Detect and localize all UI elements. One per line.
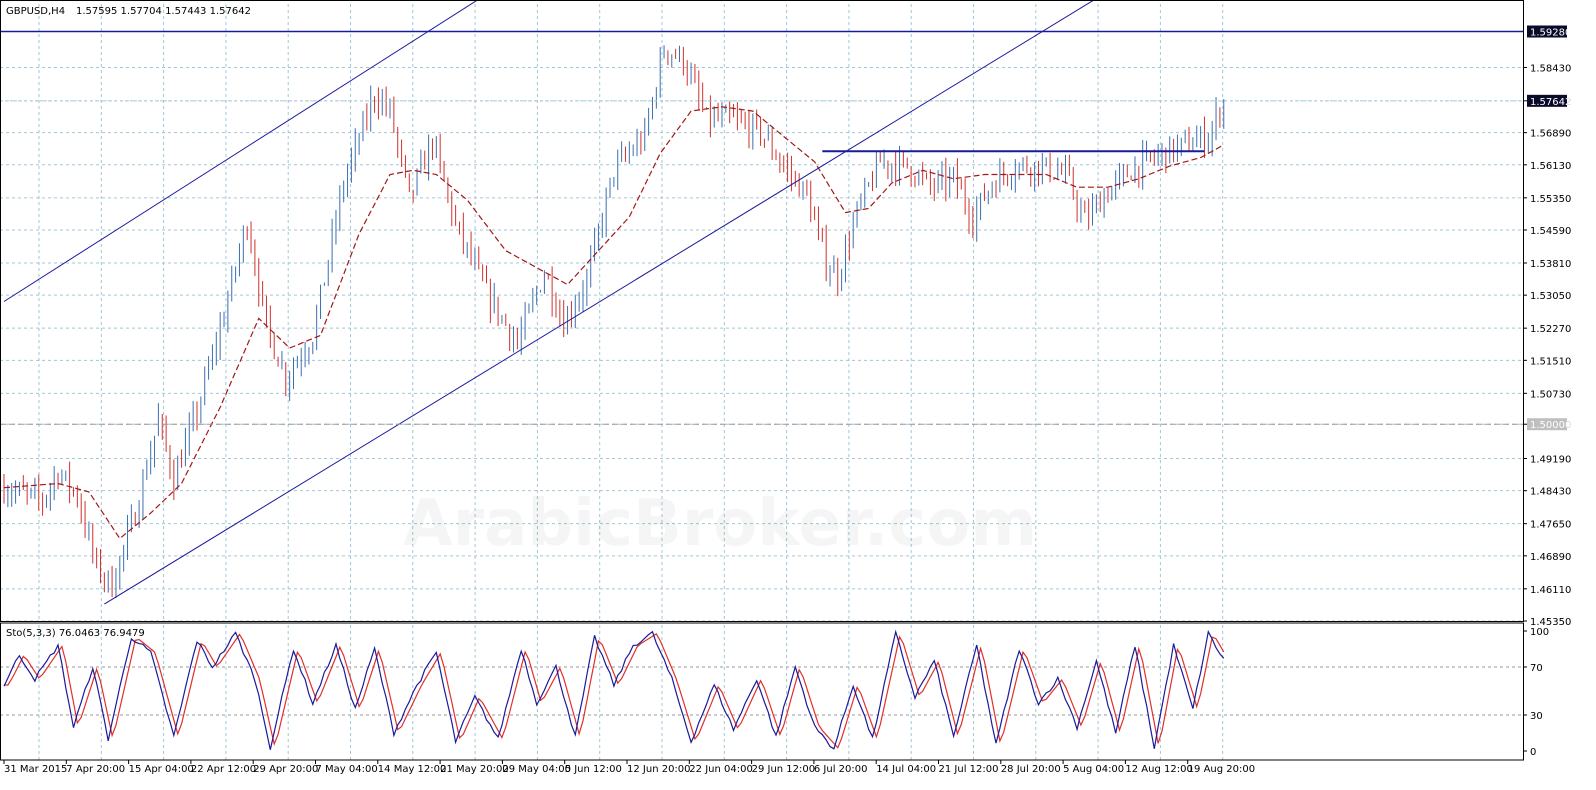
ohlc-readout: 1.57595 1.57704 1.57443 1.57642 xyxy=(76,6,251,17)
price-tag-label: 1.50000 xyxy=(1530,420,1571,431)
time-axis-label: 28 Jul 20:00 xyxy=(1001,764,1061,775)
time-axis-label: 29 Jun 12:00 xyxy=(752,764,816,775)
watermark: ArabicBroker.com xyxy=(403,487,1037,561)
time-axis-label: 5 Jun 12:00 xyxy=(565,764,622,775)
time-axis-label: 15 Apr 04:00 xyxy=(129,764,194,775)
stochastic-axis-label: 30 xyxy=(1530,711,1543,722)
price-axis-label: 1.46110 xyxy=(1530,585,1571,596)
time-axis-label: 22 Apr 12:00 xyxy=(191,764,256,775)
panel-frames xyxy=(0,0,1524,761)
time-axis-label: 21 May 20:00 xyxy=(440,764,509,775)
price-tag-label: 1.59280 xyxy=(1530,28,1571,39)
stochastic-main-line xyxy=(3,629,1225,750)
time-axis-label: 7 May 04:00 xyxy=(316,764,378,775)
time-axis-label: 22 Jun 04:00 xyxy=(689,764,753,775)
price-axis-label: 1.50730 xyxy=(1530,389,1571,400)
axes: 1.58430 1.57642 1.56890 1.56130 1.55350 1.545… xyxy=(3,25,1571,775)
time-axis-label: 19 Aug 20:00 xyxy=(1188,764,1255,775)
chart-window: ArabicBroker.com 1.584301.576421.568901.… xyxy=(0,0,1596,790)
price-tag-label: 1.57642 xyxy=(1530,97,1571,108)
price-axis-label: 1.54590 xyxy=(1530,226,1571,237)
stochastic-signal-line xyxy=(4,633,1225,749)
stochastic-axis-label: 70 xyxy=(1530,663,1543,674)
price-axis-label: 1.58430 xyxy=(1530,63,1571,74)
price-axis-label: 1.46890 xyxy=(1530,552,1571,563)
time-axis-label: 29 Apr 20:00 xyxy=(253,764,318,775)
price-axis-label: 1.53050 xyxy=(1530,291,1571,302)
time-axis-label: 12 Aug 12:00 xyxy=(1125,764,1192,775)
grid xyxy=(0,4,1523,760)
price-axis-label: 1.48430 xyxy=(1530,487,1571,498)
stochastic-label: Sto(5,3,3) 76.0463 76.9479 xyxy=(6,628,145,639)
time-axis-label: 6 Jul 20:00 xyxy=(814,764,868,775)
time-axis-label: 14 May 12:00 xyxy=(378,764,447,775)
stochastic-axis-label: 0 xyxy=(1530,747,1536,758)
time-axis-label: 29 May 04:00 xyxy=(502,764,571,775)
stochastic-axis-label: 100 xyxy=(1530,627,1549,638)
time-axis-label: 31 Mar 2015 xyxy=(4,764,67,775)
price-axis-label: 1.52270 xyxy=(1530,324,1571,335)
price-axis-label: 1.47650 xyxy=(1530,520,1571,531)
price-axis-label: 1.56890 xyxy=(1530,129,1571,140)
time-axis-label: 12 Jun 20:00 xyxy=(627,764,691,775)
stochastic-panel xyxy=(3,629,1225,750)
price-axis-label: 1.51510 xyxy=(1530,356,1571,367)
time-axis-label: 14 Jul 04:00 xyxy=(876,764,936,775)
price-axis-label: 1.56130 xyxy=(1530,161,1571,172)
moving-average-line xyxy=(3,106,1225,540)
price-axis-label: 1.49190 xyxy=(1530,454,1571,465)
price-axis-label: 1.55350 xyxy=(1530,194,1571,205)
chart-canvas[interactable]: ArabicBroker.com 1.584301.576421.568901.… xyxy=(0,0,1596,790)
price-axis-label: 1.53810 xyxy=(1530,259,1571,270)
time-axis-label: 7 Apr 20:00 xyxy=(66,764,125,775)
time-axis-label: 5 Aug 04:00 xyxy=(1063,764,1124,775)
time-axis-label: 21 Jul 12:00 xyxy=(939,764,999,775)
symbol-label: GBPUSD,H4 xyxy=(6,6,65,17)
